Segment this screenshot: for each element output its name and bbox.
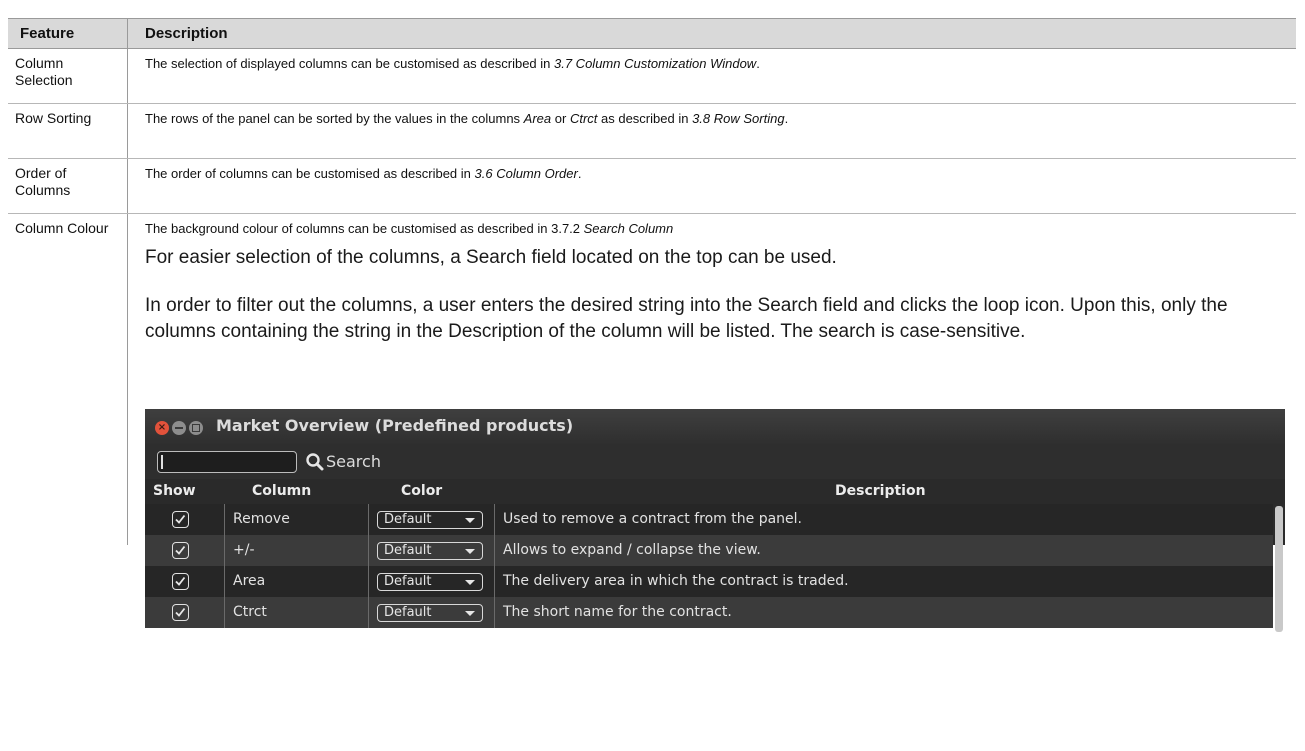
show-cell xyxy=(145,566,225,597)
close-icon[interactable]: × xyxy=(155,421,169,435)
header-description: Description xyxy=(835,483,926,499)
table-row: Column Colour The background colour of c… xyxy=(8,214,1296,632)
column-name-area: Area xyxy=(523,111,552,126)
scrollbar[interactable] xyxy=(1275,506,1283,632)
description-tail: . xyxy=(784,111,789,126)
description-tail: . xyxy=(756,56,760,71)
description-text: or xyxy=(551,111,570,126)
feature-cell: Column Colour xyxy=(8,214,128,545)
section-reference: Search Column xyxy=(583,221,674,236)
header-column: Column xyxy=(252,483,312,499)
table-row: Order of Columns The order of columns ca… xyxy=(8,159,1296,214)
column-description: Used to remove a contract from the panel… xyxy=(503,511,802,527)
feature-cell: Order of Columns xyxy=(8,159,128,213)
description-text: The order of columns can be customised a… xyxy=(145,166,475,181)
search-input[interactable] xyxy=(157,451,297,473)
table-row: Area Default The delivery area in which th… xyxy=(145,566,1273,597)
description-text: The background colour of columns can be … xyxy=(145,221,584,236)
description-cell: The selection of displayed columns can b… xyxy=(129,49,1296,103)
show-checkbox[interactable] xyxy=(172,511,189,528)
show-cell xyxy=(145,535,225,566)
show-cell xyxy=(145,504,225,535)
table-row: Row Sorting The rows of the panel can be… xyxy=(8,104,1296,159)
column-description: Allows to expand / collapse the view. xyxy=(503,542,761,558)
table-header: Feature Description xyxy=(8,18,1296,49)
column-description: The delivery area in which the contract … xyxy=(503,573,849,589)
header-feature: Feature xyxy=(8,19,128,48)
search-filter-paragraph: In order to filter out the columns, a us… xyxy=(145,295,1228,342)
color-dropdown[interactable]: Default xyxy=(377,542,483,560)
search-icon[interactable] xyxy=(305,452,325,472)
grid-header: Show Column Color Description xyxy=(145,479,1285,504)
feature-cell: Row Sorting xyxy=(8,104,128,158)
check-icon xyxy=(175,607,186,617)
description-text: as described in xyxy=(597,111,693,126)
table-row: +/- Default Allows to expand / collapse th… xyxy=(145,535,1273,566)
description-text: The selection of displayed columns can b… xyxy=(145,56,554,71)
description-text: The rows of the panel can be sorted by t… xyxy=(145,111,524,126)
minimize-icon[interactable] xyxy=(172,421,186,435)
column-name: Remove xyxy=(233,511,290,527)
header-show: Show xyxy=(153,483,196,499)
show-checkbox[interactable] xyxy=(172,573,189,590)
window-title: Market Overview (Predefined products) xyxy=(216,416,574,435)
feature-cell: Column Selection xyxy=(8,49,128,103)
header-description: Description xyxy=(145,25,228,42)
section-reference: 3.6 Column Order xyxy=(474,166,578,181)
column-name: +/- xyxy=(233,542,255,558)
check-icon xyxy=(175,545,186,555)
maximize-icon[interactable] xyxy=(189,421,203,435)
table-row: Column Selection The selection of displa… xyxy=(8,49,1296,104)
columns-grid: Show Column Color Description Remove Defa… xyxy=(145,479,1285,628)
column-name-ctrct: Ctrct xyxy=(569,111,598,126)
description-tail: . xyxy=(577,166,582,181)
column-description: The short name for the contract. xyxy=(503,604,732,620)
show-checkbox[interactable] xyxy=(172,604,189,621)
description-cell: The background colour of columns can be … xyxy=(129,214,1296,632)
window-titlebar: × Market Overview (Predefined products) xyxy=(145,409,1285,446)
color-dropdown[interactable]: Default xyxy=(377,604,483,622)
table-row: Remove Default Used to remove a contract f… xyxy=(145,504,1273,535)
show-cell xyxy=(145,597,225,628)
search-intro-paragraph: For easier selection of the columns, a S… xyxy=(145,247,837,268)
check-icon xyxy=(175,576,186,586)
description-cell: The rows of the panel can be sorted by t… xyxy=(129,104,1296,158)
header-color: Color xyxy=(401,483,443,499)
table-row: Ctrct Default The short name for the contr… xyxy=(145,597,1273,628)
color-dropdown[interactable]: Default xyxy=(377,573,483,591)
show-checkbox[interactable] xyxy=(172,542,189,559)
column-name: Area xyxy=(233,573,266,589)
feature-table: Feature Description Column Selection The… xyxy=(8,18,1296,632)
section-reference: 3.7 Column Customization Window xyxy=(554,56,757,71)
section-reference: 3.8 Row Sorting xyxy=(692,111,785,126)
search-bar: Search xyxy=(145,446,1285,479)
check-icon xyxy=(175,514,186,524)
market-overview-window: × Market Overview (Predefined products) … xyxy=(145,409,1285,632)
column-name: Ctrct xyxy=(233,604,267,620)
search-label: Search xyxy=(326,452,381,471)
color-dropdown[interactable]: Default xyxy=(377,511,483,529)
description-cell: The order of columns can be customised a… xyxy=(129,159,1296,213)
